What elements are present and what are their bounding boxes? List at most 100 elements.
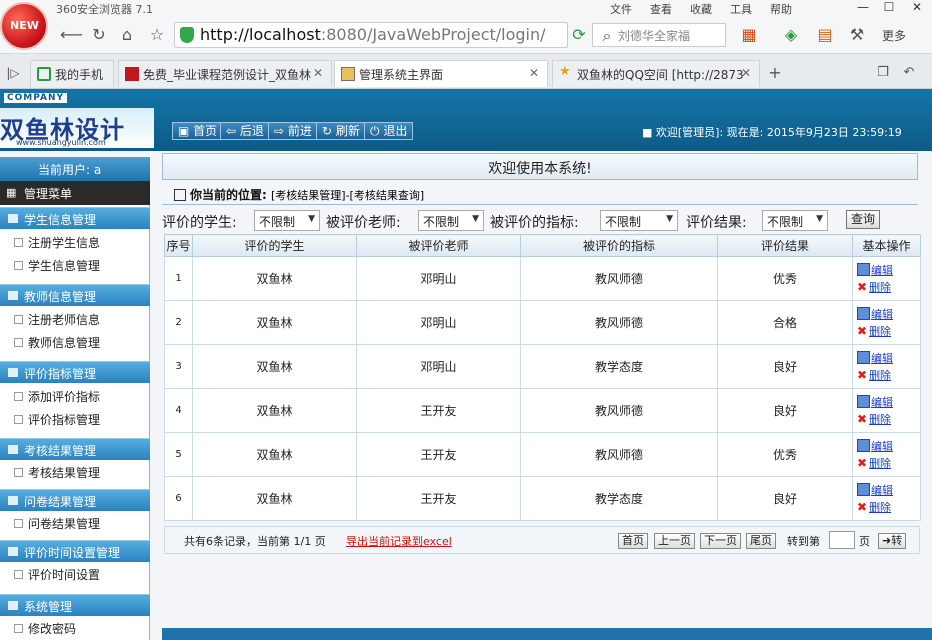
sidebar-item-assessment-manage[interactable]: 考核结果管理 [0, 460, 150, 483]
translate-icon[interactable]: ▤ [814, 24, 836, 46]
edit-link[interactable]: 编辑 [871, 440, 893, 453]
edit-link[interactable]: 编辑 [871, 264, 893, 277]
delete-icon[interactable]: ✖ [857, 456, 867, 470]
refresh-go-icon[interactable]: ⟳ [568, 24, 590, 46]
group-time-setting[interactable]: 评价时间设置管理 [0, 540, 150, 562]
logout-button[interactable]: ⏻ 退出 [364, 122, 414, 140]
new-tab-icon[interactable]: + [764, 62, 786, 84]
home-button[interactable]: ▣ 首页 [172, 122, 224, 140]
export-excel-link[interactable]: 导出当前记录到excel [346, 533, 452, 549]
sidebar-item-student-manage[interactable]: 学生信息管理 [0, 253, 150, 276]
sidebar-item-teacher-manage[interactable]: 教师信息管理 [0, 330, 150, 353]
cell-student: 双鱼林 [192, 256, 357, 301]
student-filter-select[interactable]: 不限制 ▼ [254, 210, 320, 231]
tab-admin-main[interactable]: 管理系统主界面 ✕ [334, 60, 548, 87]
group-system[interactable]: 系统管理 [0, 594, 150, 616]
delete-link[interactable]: 删除 [869, 325, 891, 338]
next-page-button[interactable]: 下一页 [700, 533, 741, 549]
table-row: 1 双鱼林 邓明山 教风师德 优秀 编辑 ✖ 删除 [164, 256, 921, 301]
delete-icon[interactable]: ✖ [857, 368, 867, 382]
edit-icon[interactable] [857, 306, 870, 320]
refresh-button[interactable]: ↻ 刷新 [316, 122, 366, 140]
forward-button[interactable]: ⇨ 前进 [268, 122, 318, 140]
query-button[interactable]: 查询 [846, 210, 880, 229]
edit-link[interactable]: 编辑 [871, 352, 893, 365]
tab-close-icon[interactable]: ✕ [529, 66, 539, 80]
security-icon[interactable]: ◈ [780, 24, 802, 46]
last-page-button[interactable]: 尾页 [746, 533, 776, 549]
delete-icon[interactable]: ✖ [857, 280, 867, 294]
tab-label: 免费_毕业课程范例设计_双鱼林 [143, 68, 312, 82]
group-label: 评价时间设置管理 [24, 546, 121, 560]
sidebar-item-questionnaire-manage[interactable]: 问卷结果管理 [0, 511, 150, 534]
sidebar-item-add-indicator[interactable]: 添加评价指标 [0, 384, 150, 407]
sidebar-item-register-teacher[interactable]: 注册老师信息 [0, 307, 150, 330]
undo-close-icon[interactable]: ↶ [898, 62, 920, 84]
tab-close-icon[interactable]: ✕ [313, 66, 323, 80]
tab-free-design[interactable]: 免费_毕业课程范例设计_双鱼林 ✕ [118, 60, 332, 87]
menu-help[interactable]: 帮助 [770, 1, 792, 17]
edit-icon[interactable] [857, 262, 870, 276]
result-filter-select[interactable]: 不限制 ▼ [762, 210, 828, 231]
group-label: 学生信息管理 [24, 213, 97, 227]
sidebar-item-indicator-manage[interactable]: 评价指标管理 [0, 407, 150, 430]
dropdown-arrow-icon: ▼ [666, 214, 673, 224]
edit-icon[interactable] [857, 438, 870, 452]
delete-icon[interactable]: ✖ [857, 324, 867, 338]
sidebar-item-change-password[interactable]: 修改密码 [0, 616, 150, 639]
group-student-info[interactable]: 学生信息管理 [0, 207, 150, 229]
page-icon [14, 415, 23, 424]
forward-label: 前进 [287, 124, 312, 138]
menu-view[interactable]: 查看 [650, 1, 672, 17]
group-teacher-info[interactable]: 教师信息管理 [0, 284, 150, 306]
tools-icon[interactable]: ⚒ [846, 24, 868, 46]
back-arrow-icon[interactable]: ⟵ [60, 24, 83, 46]
menu-favorites[interactable]: 收藏 [690, 1, 712, 17]
prev-page-button[interactable]: 上一页 [654, 533, 695, 549]
indicator-filter-select[interactable]: 不限制 ▼ [600, 210, 678, 231]
group-questionnaire[interactable]: 问卷结果管理 [0, 489, 150, 511]
go-arrow-icon: ➜ [882, 534, 892, 547]
first-page-button[interactable]: 首页 [618, 533, 648, 549]
favorite-star-icon[interactable]: ☆ [146, 24, 168, 46]
menu-file[interactable]: 文件 [610, 1, 632, 17]
tab-close-icon[interactable]: ✕ [741, 66, 751, 80]
cell-result: 良好 [717, 388, 853, 433]
maximize-icon[interactable]: ☐ [878, 0, 900, 16]
goto-page-input[interactable] [829, 531, 855, 549]
address-text[interactable]: http://localhost:8080/JavaWebProject/log… [200, 25, 546, 44]
home-icon[interactable]: ⌂ [116, 24, 138, 46]
delete-link[interactable]: 删除 [869, 457, 891, 470]
edit-link[interactable]: 编辑 [871, 484, 893, 497]
go-button[interactable]: ➜转 [878, 533, 907, 549]
group-indicator[interactable]: 评价指标管理 [0, 361, 150, 383]
group-assessment[interactable]: 考核结果管理 [0, 438, 150, 460]
sidebar-item-register-student[interactable]: 注册学生信息 [0, 230, 150, 253]
close-window-icon[interactable]: ✕ [906, 0, 928, 16]
indicator-filter-value: 不限制 [605, 215, 642, 229]
sidebar-toggle-icon[interactable]: |▷ [2, 62, 24, 84]
tab-qq-space[interactable]: ★ 双鱼林的QQ空间 [http://2873 ✕ [552, 60, 760, 87]
more-menu[interactable]: 更多 [882, 27, 906, 44]
tab-my-phone[interactable]: 我的手机 [30, 60, 114, 87]
reload-icon[interactable]: ↻ [88, 24, 110, 46]
delete-link[interactable]: 删除 [869, 369, 891, 382]
teacher-filter-select[interactable]: 不限制 ▼ [418, 210, 484, 231]
minimize-icon[interactable]: — [852, 0, 874, 16]
edit-link[interactable]: 编辑 [871, 396, 893, 409]
delete-link[interactable]: 删除 [869, 413, 891, 426]
edit-icon[interactable] [857, 350, 870, 364]
edit-link[interactable]: 编辑 [871, 308, 893, 321]
delete-icon[interactable]: ✖ [857, 412, 867, 426]
sidebar-item-time-setting[interactable]: 评价时间设置 [0, 562, 150, 585]
restore-tab-icon[interactable]: ❐ [872, 62, 894, 84]
delete-link[interactable]: 删除 [869, 501, 891, 514]
apps-grid-icon[interactable]: ▦ [738, 24, 760, 46]
edit-icon[interactable] [857, 482, 870, 496]
delete-icon[interactable]: ✖ [857, 500, 867, 514]
back-button[interactable]: ⇦ 后退 [220, 122, 270, 140]
delete-link[interactable]: 删除 [869, 281, 891, 294]
edit-icon[interactable] [857, 394, 870, 408]
menu-tools[interactable]: 工具 [730, 1, 752, 17]
page-icon [14, 392, 23, 401]
